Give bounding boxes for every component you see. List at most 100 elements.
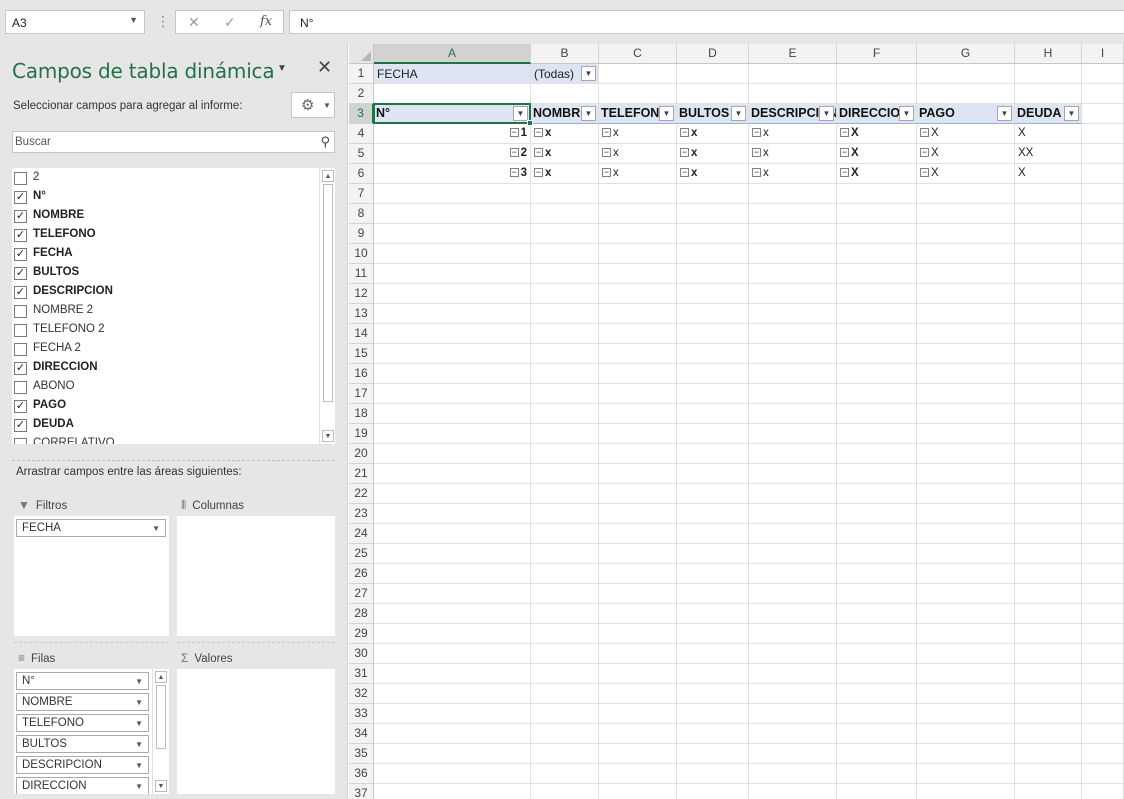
cell[interactable] [837,304,917,324]
cell[interactable] [374,784,531,799]
cell[interactable] [599,444,677,464]
cell[interactable] [677,284,749,304]
cell[interactable] [749,324,837,344]
cell[interactable] [1082,424,1124,444]
field-item[interactable]: ✓ DESCRIPCION [14,283,314,302]
cell[interactable] [749,524,837,544]
cell[interactable] [1015,84,1082,104]
collapse-icon[interactable]: − [752,168,761,177]
cell[interactable] [1082,564,1124,584]
cell[interactable] [531,724,599,744]
cell[interactable] [749,484,837,504]
cell[interactable] [677,504,749,524]
cell[interactable] [749,564,837,584]
cell[interactable] [531,644,599,664]
row-header[interactable]: 30 [349,644,374,664]
cell[interactable] [837,64,917,84]
cell[interactable] [917,444,1015,464]
cell[interactable] [837,244,917,264]
cell[interactable] [677,404,749,424]
cell[interactable] [1015,224,1082,244]
pivot-data-cell[interactable]: − X [917,124,1015,144]
cell[interactable] [677,604,749,624]
cell[interactable] [531,204,599,224]
cell[interactable] [677,324,749,344]
cell[interactable] [917,524,1015,544]
fill-handle[interactable] [527,120,533,126]
cell[interactable] [1015,284,1082,304]
pivot-header-cell[interactable]: BULTOS ▼ [677,104,749,124]
cell[interactable] [677,204,749,224]
cell[interactable] [1015,264,1082,284]
cell[interactable] [599,304,677,324]
scroll-down-icon[interactable]: ▼ [322,430,334,442]
cell[interactable] [677,424,749,444]
cell[interactable] [1082,404,1124,424]
collapse-icon[interactable]: − [920,128,929,137]
cell[interactable] [917,184,1015,204]
cell[interactable] [1015,744,1082,764]
cell[interactable] [1082,284,1124,304]
cell[interactable] [374,184,531,204]
cell[interactable] [1082,224,1124,244]
cell[interactable] [374,304,531,324]
field-item[interactable]: ✓ DEUDA [14,416,314,435]
name-box[interactable]: A3 ▼ [5,10,145,34]
checkbox[interactable] [14,172,27,185]
cell[interactable] [1082,264,1124,284]
header-filter-button[interactable]: ▼ [659,106,674,121]
cell[interactable] [599,344,677,364]
cell[interactable] [749,384,837,404]
cell[interactable] [374,84,531,104]
insert-function-icon[interactable]: fx [260,14,272,29]
cell[interactable] [677,464,749,484]
column-header[interactable]: I [1082,44,1124,64]
cell[interactable] [749,584,837,604]
cell[interactable] [531,524,599,544]
cell[interactable] [599,244,677,264]
cell[interactable] [837,764,917,784]
field-item[interactable]: TELEFONO 2 [14,321,314,340]
search-icon[interactable]: ⚲ [320,134,330,150]
row-header[interactable]: 21 [349,464,374,484]
tools-button[interactable]: ⚙ ▼ [291,92,335,118]
scroll-thumb[interactable] [323,184,333,402]
cell[interactable] [917,204,1015,224]
pivot-header-cell[interactable]: DEUDA ▼ [1015,104,1082,124]
cell[interactable] [599,424,677,444]
cell[interactable] [749,464,837,484]
cell[interactable] [1082,784,1124,799]
pivot-data-cell[interactable]: −3 [374,164,531,184]
row-header[interactable]: 5 [349,144,374,164]
cell[interactable] [1082,124,1124,144]
cell[interactable] [531,324,599,344]
cell[interactable] [599,384,677,404]
cell[interactable] [749,624,837,644]
chevron-down-icon[interactable]: ▼ [135,677,143,686]
checkbox-checked[interactable]: ✓ [14,248,27,261]
cell[interactable] [1015,644,1082,664]
field-item[interactable]: ✓ BULTOS [14,264,314,283]
rows-area-scrollbar[interactable]: ▲ ▼ [152,669,168,794]
cell[interactable] [1015,664,1082,684]
collapse-icon[interactable]: − [534,168,543,177]
cell[interactable] [917,224,1015,244]
cell[interactable] [749,424,837,444]
cell[interactable] [1015,304,1082,324]
cell[interactable] [917,324,1015,344]
cell[interactable] [749,744,837,764]
row-header[interactable]: 14 [349,324,374,344]
cell[interactable] [531,264,599,284]
checkbox[interactable] [14,305,27,318]
cell[interactable] [1015,364,1082,384]
row-field-item[interactable]: BULTOS ▼ [16,735,149,753]
cell[interactable] [531,744,599,764]
cell[interactable] [531,444,599,464]
cell[interactable] [837,484,917,504]
cell[interactable] [917,364,1015,384]
cell[interactable] [837,284,917,304]
columns-area[interactable] [177,516,335,636]
cell[interactable] [1082,544,1124,564]
cell[interactable] [1015,764,1082,784]
cell[interactable] [677,684,749,704]
